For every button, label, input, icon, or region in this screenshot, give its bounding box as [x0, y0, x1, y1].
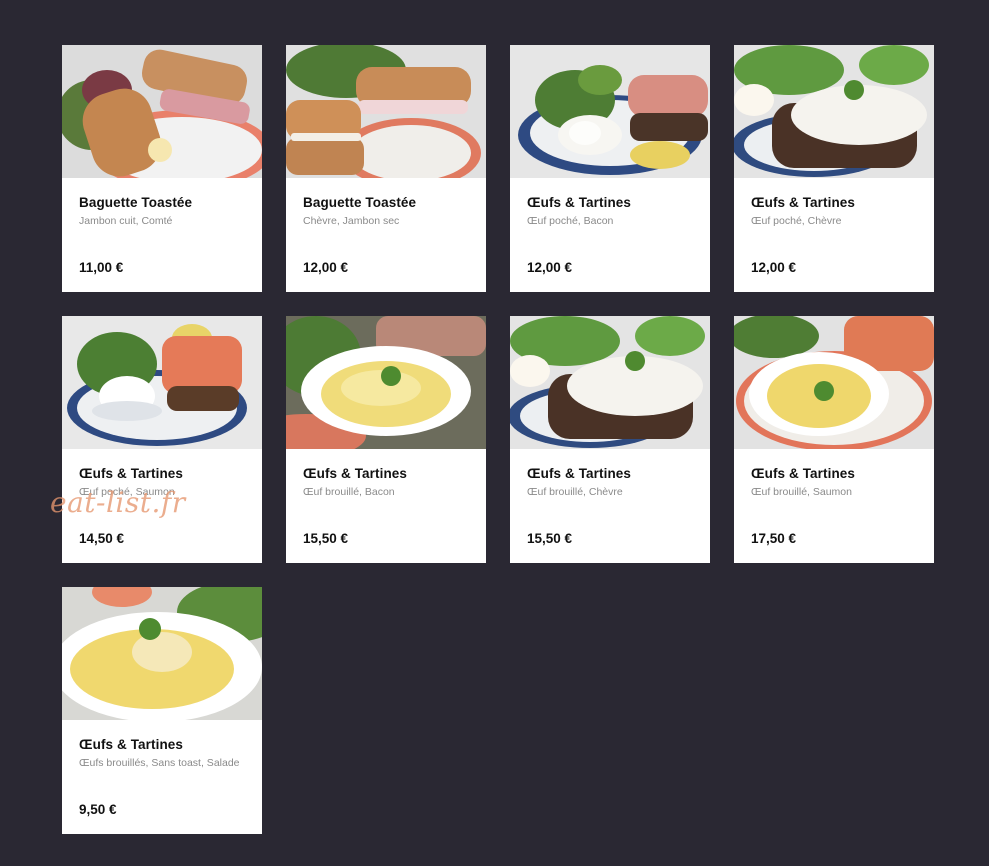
item-title: Œufs & Tartines	[527, 466, 632, 481]
dish-photo	[62, 587, 262, 720]
item-price: 12,00 €	[751, 260, 797, 275]
item-title: Œufs & Tartines	[79, 737, 184, 752]
menu-item-card[interactable]: Œufs & Tartines Œuf poché, Chèvre 12,00 …	[734, 45, 934, 292]
menu-item-card[interactable]: Œufs & Tartines Œuf poché, Bacon 12,00 €	[510, 45, 710, 292]
menu-item-card[interactable]: Œufs & Tartines Œufs brouillés, Sans toa…	[62, 587, 262, 834]
item-title: Œufs & Tartines	[79, 466, 184, 481]
item-title: Œufs & Tartines	[751, 466, 856, 481]
dish-photo	[62, 316, 262, 449]
dish-photo	[510, 45, 710, 178]
item-description: Œuf brouillé, Bacon	[303, 486, 395, 498]
dish-photo	[286, 316, 486, 449]
dish-photo	[734, 316, 934, 449]
item-description: Œuf brouillé, Saumon	[751, 486, 852, 498]
item-description: Œuf brouillé, Chèvre	[527, 486, 623, 498]
item-price: 12,00 €	[303, 260, 349, 275]
item-price: 11,00 €	[79, 260, 124, 275]
menu-item-card[interactable]: Œufs & Tartines Œuf brouillé, Saumon 17,…	[734, 316, 934, 563]
item-title: Œufs & Tartines	[303, 466, 408, 481]
item-title: Baguette Toastée	[303, 195, 417, 210]
menu-item-card[interactable]: Œufs & Tartines Œuf brouillé, Bacon 15,5…	[286, 316, 486, 563]
item-description: Œuf poché, Chèvre	[751, 215, 842, 227]
item-price: 9,50 €	[79, 802, 117, 817]
item-description: Chèvre, Jambon sec	[303, 215, 400, 227]
item-price: 15,50 €	[527, 531, 573, 546]
item-price: 12,00 €	[527, 260, 573, 275]
dish-photo	[286, 45, 486, 178]
item-title: Baguette Toastée	[79, 195, 193, 210]
item-description: Œuf poché, Saumon	[79, 486, 175, 498]
dish-photo	[62, 45, 262, 178]
menu-item-card[interactable]: Œufs & Tartines Œuf brouillé, Chèvre 15,…	[510, 316, 710, 563]
item-price: 14,50 €	[79, 531, 125, 546]
menu-item-card[interactable]: Baguette Toastée Chèvre, Jambon sec 12,0…	[286, 45, 486, 292]
dish-photo	[734, 45, 934, 178]
dish-photo	[510, 316, 710, 449]
item-title: Œufs & Tartines	[527, 195, 632, 210]
menu-grid: Baguette Toastée Jambon cuit, Comté 11,0…	[62, 45, 934, 834]
item-description: Jambon cuit, Comté	[79, 215, 173, 227]
item-description: Œufs brouillés, Sans toast, Salade	[79, 757, 240, 769]
item-title: Œufs & Tartines	[751, 195, 856, 210]
menu-item-card[interactable]: Œufs & Tartines Œuf poché, Saumon 14,50 …	[62, 316, 262, 563]
menu-item-card[interactable]: Baguette Toastée Jambon cuit, Comté 11,0…	[62, 45, 262, 292]
item-price: 17,50 €	[751, 531, 797, 546]
item-description: Œuf poché, Bacon	[527, 215, 614, 227]
item-price: 15,50 €	[303, 531, 349, 546]
